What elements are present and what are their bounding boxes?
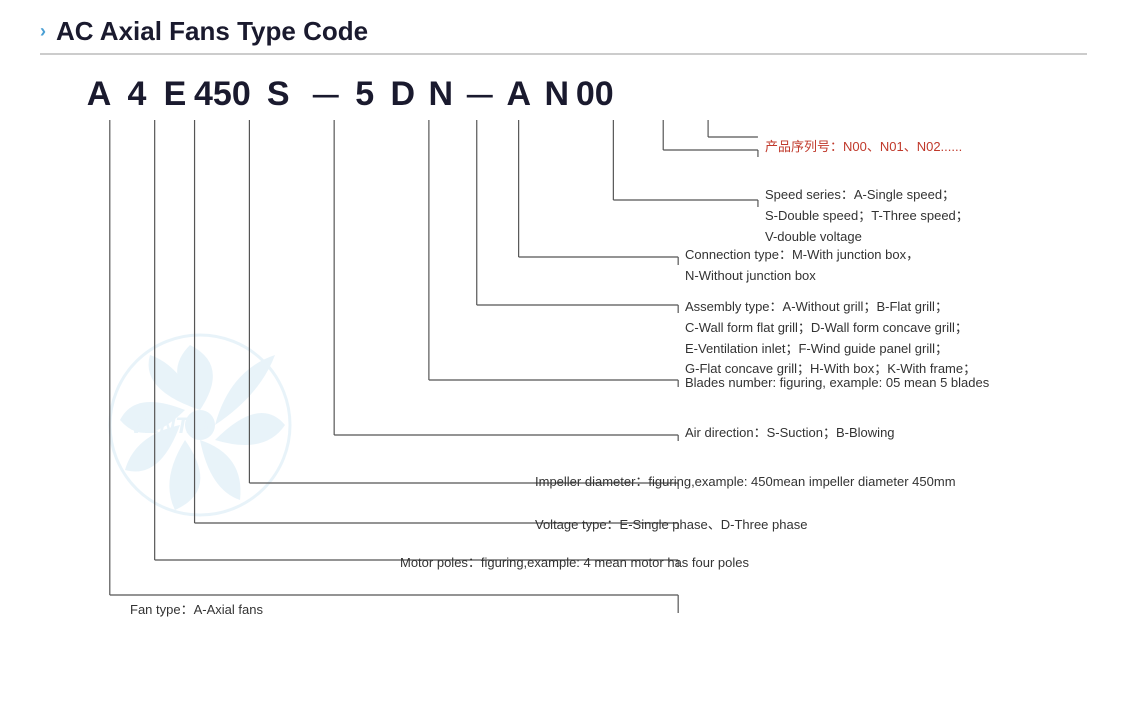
code-letter-5: 5: [346, 75, 384, 114]
desc-speed-label: Speed series：A-Single speed；: [765, 187, 955, 202]
code-letter-450: 450: [194, 75, 251, 114]
code-letter-E: E: [156, 75, 194, 114]
page-container: › AC Axial Fans Type Code: [0, 0, 1127, 711]
desc-motor-poles: Motor poles：figuring,example: 4 mean mot…: [400, 553, 749, 574]
code-letter-A2: A: [500, 75, 538, 114]
diagram-area: VENTAI: [40, 65, 1087, 645]
desc-assembly-text1: C-Wall form flat grill；D-Wall form conca…: [685, 320, 968, 335]
desc-blades-number: Blades number: figuring, example: 05 mea…: [685, 373, 989, 394]
desc-blades-text: Blades number: figuring, example: 05 mea…: [685, 375, 989, 390]
code-letter-A: A: [80, 75, 118, 114]
desc-assembly-label: Assembly type：A-Without grill；B-Flat gri…: [685, 299, 948, 314]
code-letter-N: N: [422, 75, 460, 114]
title-divider: [40, 53, 1087, 55]
desc-fan-type: Fan type：A-Axial fans: [130, 600, 263, 621]
desc-assembly-type: Assembly type：A-Without grill；B-Flat gri…: [685, 297, 976, 380]
desc-impeller-text: Impeller diameter：figuring,example: 450m…: [535, 474, 956, 489]
code-dash-1: —: [306, 79, 346, 110]
desc-product-series-text: 产品序列号：N00、N01、N02......: [765, 139, 962, 154]
svg-text:VENTAI: VENTAI: [130, 413, 210, 438]
code-letter-S: S: [251, 75, 306, 114]
desc-product-series: 产品序列号：N00、N01、N02......: [765, 137, 962, 158]
desc-connection-text: N-Without junction box: [685, 268, 816, 283]
desc-voltage-text: Voltage type：E-Single phase、D-Three phas…: [535, 517, 807, 532]
desc-air-direction: Air direction：S-Suction；B-Blowing: [685, 423, 895, 444]
code-letter-00: 00: [576, 75, 614, 114]
desc-voltage-type: Voltage type：E-Single phase、D-Three phas…: [535, 515, 807, 536]
code-letter-N2: N: [538, 75, 576, 114]
code-letter-4: 4: [118, 75, 156, 114]
desc-air-text: Air direction：S-Suction；B-Blowing: [685, 425, 895, 440]
code-dash-2: —: [460, 79, 500, 110]
desc-speed-text: S-Double speed；T-Three speed；: [765, 208, 969, 223]
desc-speed-text2: V-double voltage: [765, 229, 862, 244]
title-chevron-icon: ›: [40, 21, 46, 42]
desc-assembly-text2: E-Ventilation inlet；F-Wind guide panel g…: [685, 341, 948, 356]
desc-impeller-diameter: Impeller diameter：figuring,example: 450m…: [535, 472, 956, 493]
desc-motor-text: Motor poles：figuring,example: 4 mean mot…: [400, 555, 749, 570]
desc-fan-text: Fan type：A-Axial fans: [130, 602, 263, 617]
page-title: AC Axial Fans Type Code: [56, 16, 368, 47]
watermark-logo: VENTAI: [100, 325, 300, 525]
code-letter-D: D: [384, 75, 422, 114]
desc-connection-type: Connection type：M-With junction box， N-W…: [685, 245, 919, 287]
code-letters-row: A 4 E 450 S — 5 D N — A N 00: [80, 75, 614, 114]
desc-connection-label: Connection type：M-With junction box，: [685, 247, 919, 262]
title-area: › AC Axial Fans Type Code: [40, 16, 1087, 47]
desc-speed-series: Speed series：A-Single speed； S-Double sp…: [765, 185, 969, 247]
